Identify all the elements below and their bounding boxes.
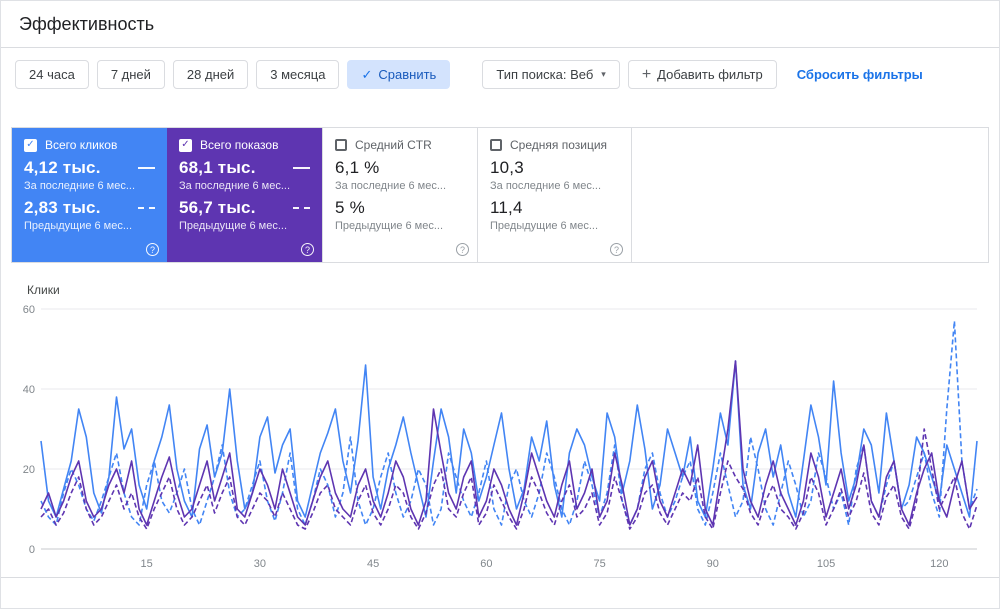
value-row: 4,12 тыс. (24, 158, 155, 178)
metric-value-current: 6,1 % (335, 158, 380, 177)
metric-sub-previous: Предыдущие 6 мес... (335, 220, 444, 232)
card-average-position[interactable]: Средняя позиция 10,3 За последние 6 мес.… (477, 128, 632, 262)
clicks-chart[interactable]: 0 20 40 60 15 30 45 60 75 90 105 120 (13, 301, 987, 573)
search-type-label: Тип поиска: Веб (496, 67, 594, 82)
dashed-line-icon (138, 207, 155, 209)
compare-label: Сравнить (378, 67, 437, 82)
filter-toolbar: 24 часа 7 дней 28 дней 3 месяца ✓ Сравни… (1, 47, 999, 89)
metric-value-current: 68,1 тыс. (179, 158, 256, 177)
metric-sub-current: За последние 6 мес... (490, 180, 602, 192)
svg-text:45: 45 (367, 558, 379, 570)
search-type-dropdown[interactable]: Тип поиска: Веб ▾ (482, 60, 620, 89)
dashed-line-icon (293, 207, 310, 209)
metric-sub-current: За последние 6 мес... (179, 180, 291, 192)
svg-text:40: 40 (23, 384, 35, 396)
chart-section: Клики 0 20 40 60 15 30 45 60 75 90 105 120 (1, 263, 999, 573)
svg-text:75: 75 (593, 558, 605, 570)
solid-line-icon (138, 167, 155, 169)
metric-sub-current: За последние 6 мес... (335, 180, 447, 192)
date-range-3m-button[interactable]: 3 месяца (256, 60, 340, 89)
help-icon[interactable]: ? (610, 243, 623, 256)
metric-value-previous: 5 % (335, 198, 365, 217)
svg-text:20: 20 (23, 464, 35, 476)
date-range-28d-button[interactable]: 28 дней (172, 60, 249, 89)
reset-filters-link[interactable]: Сбросить фильтры (797, 67, 923, 82)
solid-line-icon (293, 167, 310, 169)
help-icon[interactable]: ? (146, 243, 159, 256)
svg-text:105: 105 (817, 558, 835, 570)
plus-icon: + (641, 65, 652, 83)
checkbox-average-position[interactable] (490, 139, 502, 151)
section-divider (1, 577, 999, 593)
check-icon: ✓ (361, 66, 373, 82)
performance-page: Эффективность 24 часа 7 дней 28 дней 3 м… (0, 0, 1000, 609)
svg-text:60: 60 (480, 558, 492, 570)
metric-sub-previous: Предыдущие 6 мес... (179, 220, 288, 232)
metric-sub-previous: Предыдущие 6 мес... (490, 220, 599, 232)
metric-value-current: 10,3 (490, 158, 524, 177)
value-row: 68,1 тыс. (179, 158, 310, 178)
svg-text:15: 15 (141, 558, 153, 570)
metric-sub-current: За последние 6 мес... (24, 180, 136, 192)
svg-text:30: 30 (254, 558, 266, 570)
metric-value-previous: 2,83 тыс. (24, 198, 101, 217)
date-range-24h-button[interactable]: 24 часа (15, 60, 89, 89)
metric-value-current: 4,12 тыс. (24, 158, 101, 177)
value-row: 2,83 тыс. (24, 198, 155, 218)
value-row: 11,4 (490, 198, 619, 218)
add-filter-label: Добавить фильтр (657, 67, 763, 82)
svg-text:60: 60 (23, 304, 35, 316)
page-title: Эффективность (19, 14, 155, 34)
card-head: Средняя позиция (490, 138, 619, 152)
card-label: Всего показов (200, 138, 279, 152)
card-average-ctr[interactable]: Средний CTR 6,1 % За последние 6 мес... … (322, 128, 477, 262)
card-head: ✓ Всего показов (179, 138, 310, 152)
svg-text:0: 0 (29, 544, 35, 556)
check-icon: ✓ (181, 139, 190, 150)
value-row: 56,7 тыс. (179, 198, 310, 218)
card-head: Средний CTR (335, 138, 465, 152)
card-label: Средний CTR (355, 138, 432, 152)
metric-value-previous: 56,7 тыс. (179, 198, 256, 217)
help-icon[interactable]: ? (456, 243, 469, 256)
date-range-7d-button[interactable]: 7 дней (96, 60, 165, 89)
checkbox-average-ctr[interactable] (335, 139, 347, 151)
checkbox-total-impressions[interactable]: ✓ (179, 138, 192, 152)
checkbox-total-clicks[interactable]: ✓ (24, 138, 37, 152)
card-total-impressions[interactable]: ✓ Всего показов 68,1 тыс. За последние 6… (167, 128, 322, 262)
value-row: 10,3 (490, 158, 619, 178)
page-header: Эффективность (1, 1, 999, 47)
card-label: Всего кликов (45, 138, 118, 152)
svg-text:120: 120 (930, 558, 948, 570)
metric-value-previous: 11,4 (490, 198, 523, 217)
card-head: ✓ Всего кликов (24, 138, 155, 152)
check-icon: ✓ (26, 139, 35, 150)
card-label: Средняя позиция (510, 138, 608, 152)
metric-cards-panel: ✓ Всего кликов 4,12 тыс. За последние 6 … (11, 127, 989, 263)
date-range-group: 24 часа 7 дней 28 дней 3 месяца ✓ Сравни… (15, 60, 451, 89)
value-row: 6,1 % (335, 158, 465, 178)
compare-button[interactable]: ✓ Сравнить (347, 60, 451, 89)
chart-ylabel: Клики (27, 283, 60, 297)
value-row: 5 % (335, 198, 465, 218)
add-filter-button[interactable]: + Добавить фильтр (627, 60, 777, 89)
help-icon[interactable]: ? (301, 243, 314, 256)
card-total-clicks[interactable]: ✓ Всего кликов 4,12 тыс. За последние 6 … (12, 128, 167, 262)
chevron-down-icon: ▾ (601, 69, 606, 79)
metric-sub-previous: Предыдущие 6 мес... (24, 220, 133, 232)
svg-text:90: 90 (707, 558, 719, 570)
